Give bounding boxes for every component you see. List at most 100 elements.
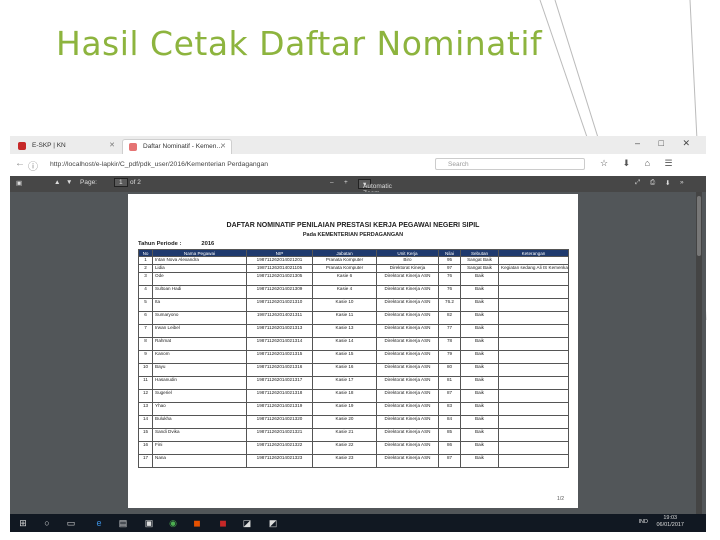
- table-cell: Sangat Baik: [460, 256, 499, 265]
- table-cell: Yhao: [152, 402, 247, 416]
- table-cell: 3: [138, 272, 153, 286]
- app-icon[interactable]: ◼: [190, 516, 204, 530]
- table-cell: Baik: [460, 454, 499, 468]
- tab-label: E-SKP | KN: [32, 142, 66, 149]
- table-cell: 83: [438, 402, 461, 416]
- page-number-input[interactable]: 1: [114, 178, 128, 187]
- table-cell: 198711262014021323: [246, 454, 313, 468]
- folder-icon[interactable]: ▤: [116, 516, 130, 530]
- close-icon[interactable]: ✕: [220, 142, 226, 150]
- table-cell: [498, 256, 569, 265]
- search-input[interactable]: Search: [435, 158, 585, 170]
- table-cell: Direktorat Kinerja ASN: [376, 298, 439, 312]
- table-cell: 2: [138, 264, 153, 273]
- task-view-icon[interactable]: ▭: [64, 516, 78, 530]
- clock[interactable]: 19:03 06/01/2017: [656, 515, 684, 529]
- table-cell: Irwan Leibel: [152, 324, 247, 338]
- close-icon[interactable]: ✕: [109, 141, 115, 149]
- table-cell: Direktorat Kinerja ASN: [376, 363, 439, 377]
- tools-icon[interactable]: »: [680, 179, 684, 186]
- table-row: 4 Sultoan Hadi 198711262014021309 Kasie 4 Di…: [138, 285, 569, 299]
- page-number: 1/2: [557, 496, 564, 502]
- table-cell: Kasie 21: [312, 428, 377, 442]
- chrome-icon[interactable]: ◉: [166, 516, 180, 530]
- table-cell: [498, 337, 569, 351]
- table-row: 10 Bayu 198711262014021316 Kasie 16 Direktor…: [138, 363, 569, 377]
- table-cell: 198711262014021322: [246, 441, 313, 455]
- zoom-out-icon[interactable]: –: [330, 179, 334, 186]
- print-icon[interactable]: ⎙: [650, 179, 655, 187]
- app-icon[interactable]: ◼: [216, 516, 230, 530]
- table-cell: 76: [438, 285, 461, 299]
- table-cell: Lidia: [152, 264, 247, 273]
- table-cell: [498, 454, 569, 468]
- sidebar-toggle-icon[interactable]: ▣: [16, 179, 22, 187]
- table-cell: Sandi Dvika: [152, 428, 247, 442]
- language-indicator[interactable]: IND: [639, 519, 648, 525]
- table-row: 7 Irwan Leibel 198711262014021313 Kasie 13 D…: [138, 324, 569, 338]
- table-cell: Baik: [460, 272, 499, 286]
- start-icon[interactable]: ⊞: [16, 516, 30, 530]
- app-icon[interactable]: ◪: [240, 516, 254, 530]
- table-row: 11 Hasanudin 198711262014021317 Kasie 17 Dir…: [138, 376, 569, 390]
- table-cell: 79: [438, 350, 461, 364]
- table-cell: 80: [438, 363, 461, 377]
- period-label: Tahun Periode :: [138, 241, 182, 247]
- tab-eskp[interactable]: E-SKP | KN ✕: [12, 139, 120, 154]
- table-cell: Sultoan Hadi: [152, 285, 247, 299]
- next-page-icon[interactable]: ▼: [66, 179, 72, 186]
- table-cell: 82: [438, 311, 461, 325]
- tab-bar: E-SKP | KN ✕ Daftar Nominatif - Kemen… ✕…: [10, 136, 706, 154]
- zoom-in-icon[interactable]: +: [344, 179, 348, 186]
- table-cell: 77: [438, 324, 461, 338]
- table-cell: Nana: [152, 454, 247, 468]
- table-cell: Kasie 4: [312, 285, 377, 299]
- table-cell: 11: [138, 376, 153, 390]
- pdf-icon: [129, 143, 137, 151]
- table-cell: 12: [138, 389, 153, 403]
- back-icon[interactable]: ←: [15, 158, 25, 169]
- table-cell: Baik: [460, 285, 499, 299]
- table-cell: 198711262014021201: [246, 256, 313, 265]
- table-cell: 81: [438, 376, 461, 390]
- table-cell: Baik: [460, 350, 499, 364]
- zoom-select[interactable]: Automatic Zoom ▾: [358, 179, 392, 197]
- scrollbar[interactable]: [696, 192, 702, 514]
- toolbar-icons[interactable]: ☆ ⬇ ⌂ ☰: [600, 158, 679, 169]
- table-cell: 15: [138, 428, 153, 442]
- table-cell: Baik: [460, 298, 499, 312]
- table-cell: Kasie 6: [312, 272, 377, 286]
- table-cell: Kasie 22: [312, 441, 377, 455]
- store-icon[interactable]: ▣: [142, 516, 156, 530]
- table-row: 9 Kanom 198711262014021315 Kasie 15 Direktor…: [138, 350, 569, 364]
- table-row: 13 Yhao 198711262014021319 Kasie 19 Direktor…: [138, 402, 569, 416]
- url-field[interactable]: http://localhost/e-lapkir/C_pdf/pdk_user…: [50, 158, 400, 171]
- edge-icon[interactable]: e: [92, 516, 106, 530]
- table-cell: Pranata Komputer: [312, 264, 377, 273]
- period-value: 2016: [201, 241, 215, 247]
- table-cell: [498, 285, 569, 299]
- table-cell: 198711262014021317: [246, 376, 313, 390]
- window-controls[interactable]: – □ ✕: [635, 138, 698, 149]
- column-header: No: [138, 249, 153, 257]
- table-cell: Direktorat Kinerja ASN: [376, 441, 439, 455]
- column-header: Keterangan: [498, 249, 569, 257]
- table-row: 16 Fini 198711262014021322 Kasie 22 Direktor…: [138, 441, 569, 455]
- download-icon[interactable]: ⬇: [665, 179, 670, 187]
- column-header: Nama Pegawai: [152, 249, 247, 257]
- app-icon[interactable]: ◩: [266, 516, 280, 530]
- cortana-icon[interactable]: ○: [40, 516, 54, 530]
- table-cell: 198711262014021311: [246, 311, 313, 325]
- table-cell: 76: [438, 272, 461, 286]
- table-cell: Direktorat Kinerja ASN: [376, 350, 439, 364]
- pdf-viewer[interactable]: DAFTAR NOMINATIF PENILAIAN PRESTASI KERJ…: [10, 192, 706, 514]
- tab-daftar-nominatif[interactable]: Daftar Nominatif - Kemen… ✕: [122, 139, 232, 154]
- table-row: 2 Lidia 198711262014021105 Pranata Komputer…: [138, 264, 569, 273]
- fullscreen-icon[interactable]: ⤢: [635, 179, 640, 187]
- table-cell: 198711262014021316: [246, 363, 313, 377]
- table-cell: Kasie 13: [312, 324, 377, 338]
- prev-page-icon[interactable]: ▲: [54, 179, 60, 186]
- table-cell: [498, 376, 569, 390]
- table-cell: Direktorat Kinerja ASN: [376, 272, 439, 286]
- info-icon[interactable]: ⓘ: [28, 158, 38, 173]
